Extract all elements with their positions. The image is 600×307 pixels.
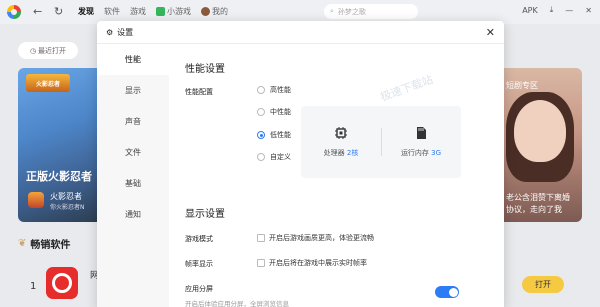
- ram-label: 运行内存: [400, 149, 429, 157]
- sidebar-item-basic[interactable]: 基础: [97, 168, 169, 199]
- settings-gear-icon: ⚙: [106, 27, 114, 37]
- display-section-title: 显示设置: [185, 209, 225, 220]
- game-mode-text: 开启后游戏画质更高，体验更流畅: [269, 234, 374, 242]
- nav-mine-label: 我的: [212, 7, 228, 16]
- cpu-icon: [335, 127, 347, 139]
- download-icon[interactable]: ⤓: [550, 5, 554, 15]
- radio-high[interactable]: 高性能: [257, 85, 291, 95]
- netease-music-icon[interactable]: [46, 267, 78, 299]
- laurel-left-icon: ❦: [18, 238, 27, 249]
- radio-high-label: 高性能: [270, 86, 291, 94]
- nav-mini-games-label: 小游戏: [167, 7, 191, 16]
- watermark: 极速下载站: [378, 72, 435, 104]
- fps-checkbox[interactable]: 开启后将在游戏中展示实时帧率: [257, 258, 367, 268]
- nav-discover[interactable]: 发现: [78, 6, 94, 17]
- refresh-icon[interactable]: ↻: [54, 5, 63, 18]
- nav-games[interactable]: 游戏: [130, 6, 146, 17]
- radio-medium-label: 中性能: [270, 108, 291, 116]
- nav-mine[interactable]: 我的: [201, 6, 228, 17]
- ram-spec: 运行内存 3G: [381, 106, 461, 178]
- app-logo-icon: [7, 5, 21, 19]
- dialog-header: ⚙ 设置 ✕: [97, 21, 504, 44]
- nav-software[interactable]: 软件: [104, 6, 120, 17]
- sidebar-item-display[interactable]: 显示: [97, 75, 169, 106]
- ram-value: 3G: [431, 149, 442, 157]
- settings-dialog: ⚙ 设置 ✕ 性能 显示 声音 文件 基础 通知 极速下载站 性能设置 性能配置…: [97, 21, 504, 307]
- spec-card: 处理器 2核 运行内存 3G: [301, 106, 461, 178]
- radio-medium[interactable]: 中性能: [257, 107, 291, 117]
- game-name: 火影忍者: [50, 192, 82, 201]
- search-placeholder: 孙梦之歌: [337, 7, 366, 16]
- cpu-label: 处理器: [323, 149, 345, 157]
- banner-title: 正版火影忍者: [26, 170, 92, 183]
- game-logo: 火影忍者: [26, 74, 70, 92]
- game-mode-checkbox[interactable]: 开启后游戏画质更高，体验更流畅: [257, 233, 374, 243]
- settings-content: 极速下载站 性能设置 性能配置 高性能 中性能 低性能 自定义 处理器 2核 运…: [169, 44, 504, 307]
- game-icon: [28, 192, 44, 208]
- cpu-spec: 处理器 2核: [301, 106, 381, 178]
- radio-low[interactable]: 低性能: [257, 130, 291, 140]
- split-label: 应用分屏: [185, 285, 213, 293]
- fps-text: 开启后将在游戏中展示实时帧率: [269, 259, 367, 267]
- radio-custom-circle: [257, 153, 265, 161]
- perf-config-label: 性能配置: [185, 88, 213, 96]
- radio-low-label: 低性能: [270, 131, 291, 139]
- game-mode-box: [257, 234, 265, 242]
- top-nav: 发现 软件 游戏 小游戏 我的: [78, 6, 228, 17]
- minimize-icon[interactable]: —: [565, 6, 573, 15]
- game-subtitle: 你火影忍者N: [50, 204, 85, 211]
- short-drama-title: 短剧专区: [506, 81, 538, 90]
- sidebar-item-sound[interactable]: 声音: [97, 106, 169, 137]
- cpu-text: 处理器 2核: [324, 148, 359, 158]
- game-mode-label: 游戏模式: [185, 235, 213, 243]
- top-right-tools: APK ⤓ — ✕: [522, 5, 592, 15]
- portrait-face: [514, 100, 566, 162]
- rank-number: 1: [30, 281, 37, 292]
- dialog-title: 设置: [117, 27, 134, 37]
- open-button[interactable]: 打开: [522, 276, 564, 293]
- ram-text: 运行内存 3G: [401, 148, 441, 158]
- split-desc: 开启后体验应用分屏，全屏浏览信息: [185, 300, 289, 307]
- back-arrow-icon[interactable]: ←: [33, 5, 42, 18]
- banner-left[interactable]: 火影忍者 正版火影忍者 火影忍者 你火影忍者N: [18, 68, 100, 222]
- radio-custom[interactable]: 自定义: [257, 152, 291, 162]
- apk-button[interactable]: APK: [522, 6, 538, 15]
- close-icon[interactable]: ✕: [486, 26, 495, 39]
- mini-games-icon: [156, 7, 165, 16]
- banner-right[interactable]: 短剧专区 老公含泪赞下离婚 协议，走向了我: [500, 68, 582, 222]
- fps-box: [257, 259, 265, 267]
- perf-section-title: 性能设置: [185, 64, 225, 75]
- window-close-icon[interactable]: ✕: [585, 6, 592, 15]
- settings-sidebar: 性能 显示 声音 文件 基础 通知: [97, 44, 169, 307]
- cpu-value: 2核: [346, 149, 359, 157]
- recent-opened[interactable]: ◷ 最近打开: [18, 42, 78, 59]
- nav-mini-games[interactable]: 小游戏: [156, 6, 191, 17]
- bestseller-heading: ❦ 畅销软件: [18, 236, 70, 251]
- bestseller-label: 畅销软件: [30, 240, 71, 251]
- memory-card-icon: [417, 127, 426, 139]
- recent-label: 最近打开: [38, 46, 67, 55]
- search-icon: ⌕: [330, 7, 334, 15]
- sidebar-item-file[interactable]: 文件: [97, 137, 169, 168]
- split-toggle[interactable]: [435, 286, 459, 298]
- search-input[interactable]: ⌕ 孙梦之歌: [324, 4, 418, 19]
- drama-caption-2: 协议，走向了我: [506, 205, 562, 214]
- fps-label: 帧率显示: [185, 260, 213, 268]
- radio-custom-label: 自定义: [270, 153, 291, 161]
- drama-caption-1: 老公含泪赞下离婚: [506, 193, 570, 202]
- sidebar-item-performance[interactable]: 性能: [97, 44, 169, 75]
- sidebar-item-notify[interactable]: 通知: [97, 199, 169, 230]
- radio-medium-circle: [257, 108, 265, 116]
- radio-high-circle: [257, 86, 265, 94]
- clock-icon: ◷: [29, 46, 37, 55]
- avatar: [201, 7, 210, 16]
- radio-low-circle: [257, 131, 265, 139]
